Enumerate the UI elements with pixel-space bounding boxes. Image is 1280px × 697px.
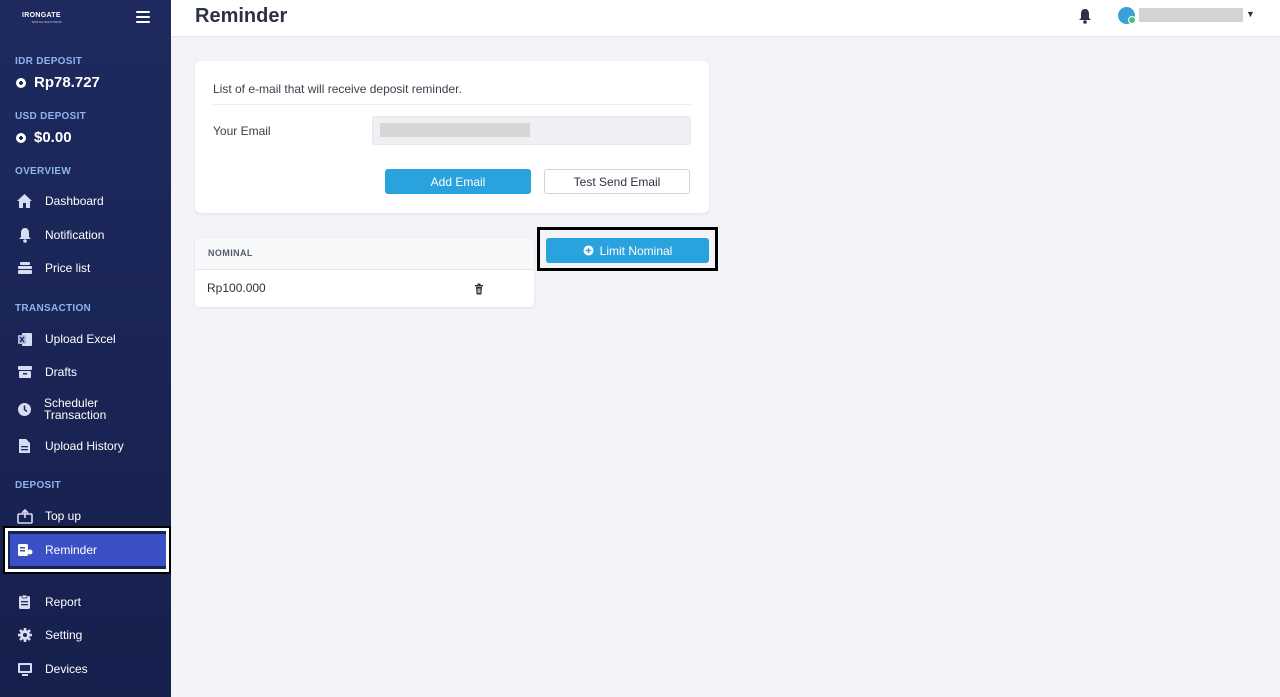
- sidebar-item-notification[interactable]: Notification: [0, 220, 171, 250]
- idr-deposit-label: IDR DEPOSIT: [15, 56, 83, 67]
- sidebar-item-label: Drafts: [45, 365, 78, 379]
- add-email-button[interactable]: Add Email: [385, 169, 531, 194]
- usd-deposit-label: USD DEPOSIT: [15, 111, 87, 122]
- nominal-table: NOMINAL Rp100.000: [195, 238, 534, 307]
- email-field[interactable]: [372, 116, 691, 145]
- section-transaction: TRANSACTION: [15, 303, 92, 314]
- sidebar-item-label: Devices: [45, 662, 88, 676]
- archive-icon: [16, 364, 33, 381]
- email-value-redacted: [380, 123, 530, 137]
- test-send-email-button[interactable]: Test Send Email: [544, 169, 690, 194]
- sidebar-item-label: Report: [45, 595, 82, 609]
- sidebar-item-setting[interactable]: Setting: [0, 620, 171, 650]
- document-icon: [16, 438, 33, 455]
- section-overview: OVERVIEW: [15, 166, 72, 177]
- trash-icon[interactable]: [473, 282, 485, 295]
- divider: [213, 104, 691, 105]
- sidebar-item-label: Notification: [45, 228, 105, 242]
- idr-amount: Rp78.727: [34, 74, 100, 91]
- limit-nominal-label: Limit Nominal: [599, 243, 673, 258]
- chevron-down-icon[interactable]: ▼: [1246, 9, 1255, 19]
- sidebar-item-report[interactable]: Report: [0, 587, 171, 617]
- sidebar-item-price-list[interactable]: Price list: [0, 253, 171, 283]
- idr-balance: Rp78.727: [16, 74, 100, 91]
- user-name-redacted[interactable]: [1139, 8, 1243, 22]
- clock-icon: [16, 401, 33, 418]
- plus-circle-icon[interactable]: [16, 132, 26, 143]
- clipboard-icon: [16, 594, 33, 611]
- usd-amount: $0.00: [34, 129, 72, 146]
- sidebar-item-upload-history[interactable]: Upload History: [0, 431, 171, 461]
- card-description: List of e-mail that will receive deposit…: [213, 82, 462, 96]
- sidebar-item-label: Upload Excel: [45, 332, 116, 346]
- layers-icon: [16, 260, 33, 277]
- sidebar-item-top-up[interactable]: Top up: [0, 501, 171, 531]
- sidebar-item-drafts[interactable]: Drafts: [0, 357, 171, 387]
- table-header: NOMINAL: [195, 238, 534, 270]
- sidebar-item-upload-excel[interactable]: Upload Excel: [0, 324, 171, 354]
- bell-icon[interactable]: [1077, 8, 1093, 24]
- sidebar-item-label: Price list: [45, 261, 91, 275]
- email-label: Your Email: [213, 124, 271, 138]
- sidebar-item-reminder[interactable]: Reminder: [0, 535, 171, 565]
- monitor-icon: [16, 661, 33, 678]
- sidebar-item-label: Scheduler Transaction: [44, 396, 107, 422]
- bell-icon: [16, 227, 33, 244]
- sidebar: IRONGATE DIGITAL SOLUTIONS IDR DEPOSIT R…: [0, 0, 171, 697]
- plus-circle-icon[interactable]: [16, 77, 26, 88]
- brand-tagline: DIGITAL SOLUTIONS: [32, 20, 62, 24]
- excel-icon: [16, 331, 33, 348]
- table-row: Rp100.000: [195, 270, 534, 307]
- hamburger-menu-icon[interactable]: [136, 11, 150, 25]
- column-header-nominal: NOMINAL: [208, 248, 253, 258]
- sidebar-item-devices[interactable]: Devices: [0, 654, 171, 684]
- limit-nominal-button[interactable]: Limit Nominal: [546, 238, 709, 263]
- section-deposit: DEPOSIT: [15, 480, 61, 491]
- brand-name: IRONGATE: [22, 12, 61, 19]
- gear-icon: [16, 627, 33, 644]
- user-avatar-icon[interactable]: [1118, 7, 1136, 24]
- plus-circle-icon: [583, 245, 594, 256]
- sidebar-item-dashboard[interactable]: Dashboard: [0, 186, 171, 216]
- reminder-icon: [16, 542, 33, 559]
- page-title: Reminder: [195, 5, 288, 27]
- sidebar-item-scheduler-transaction[interactable]: Scheduler Transaction: [0, 394, 171, 424]
- sidebar-item-label: Reminder: [45, 543, 98, 557]
- usd-balance: $0.00: [16, 129, 72, 146]
- nominal-value: Rp100.000: [207, 281, 266, 295]
- brand-logo[interactable]: IRONGATE DIGITAL SOLUTIONS: [22, 12, 78, 26]
- topup-icon: [16, 508, 33, 525]
- sidebar-item-label: Setting: [45, 628, 83, 642]
- top-bar: Reminder ▼: [171, 0, 1280, 37]
- sidebar-item-label: Top up: [45, 509, 82, 523]
- sidebar-item-label: Upload History: [45, 439, 124, 453]
- sidebar-item-label: Dashboard: [45, 194, 104, 208]
- home-icon: [16, 193, 33, 210]
- reminder-email-card: List of e-mail that will receive deposit…: [195, 61, 709, 213]
